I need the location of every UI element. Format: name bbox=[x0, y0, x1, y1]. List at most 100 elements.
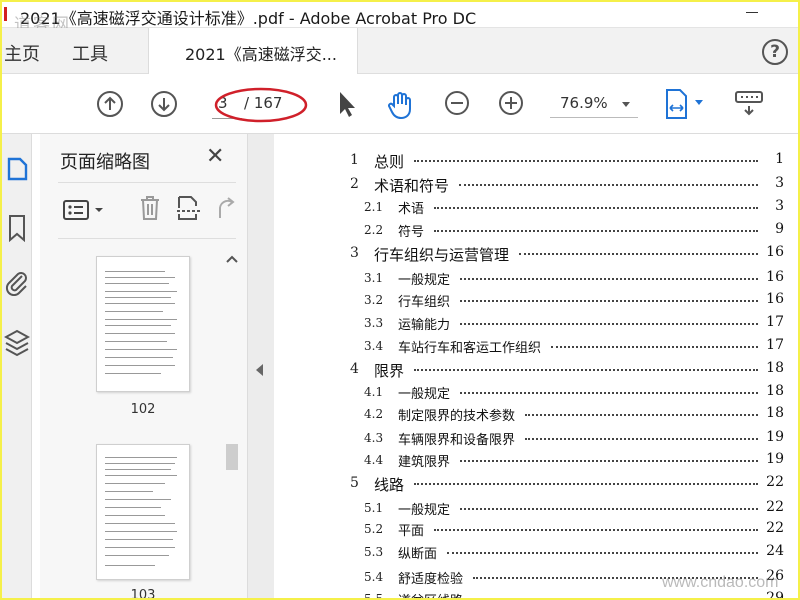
layers-icon[interactable] bbox=[4, 328, 30, 358]
minimize-button[interactable] bbox=[746, 12, 758, 13]
toc-leader-dots bbox=[473, 591, 758, 598]
toc-entry[interactable]: 4.2 制定限界的技术参数 18 bbox=[274, 404, 784, 424]
toc-title: 线路 bbox=[374, 476, 405, 493]
toc-number: 4.3 bbox=[364, 431, 384, 445]
toc-entry[interactable]: 5 线路 22 bbox=[274, 473, 784, 493]
toc-page-number: 22 bbox=[766, 474, 784, 490]
hand-tool-button[interactable] bbox=[386, 90, 416, 120]
toolbar: 3 / 167 76.9% bbox=[2, 74, 798, 134]
toc-page-number: 18 bbox=[766, 405, 784, 421]
toc-number: 5.3 bbox=[364, 545, 384, 559]
toc-leader-dots bbox=[460, 270, 758, 280]
page-thumbnail[interactable] bbox=[96, 256, 190, 392]
arrow-down-circle-icon bbox=[151, 91, 177, 117]
toc-number: 3.4 bbox=[364, 339, 384, 353]
toc-number: 2 bbox=[350, 176, 359, 192]
toc-title: 行车组织 bbox=[398, 295, 451, 310]
toc-entry[interactable]: 3.2 行车组织 16 bbox=[274, 290, 784, 310]
toc-page-number: 16 bbox=[766, 269, 784, 285]
toc-entry[interactable]: 5.1 一般规定 22 bbox=[274, 498, 784, 518]
toc-title: 建筑限界 bbox=[398, 455, 451, 470]
page-thumbnails-icon[interactable] bbox=[6, 156, 28, 182]
panel-title: 页面缩略图 bbox=[60, 152, 150, 173]
panel-collapse-handle[interactable] bbox=[248, 134, 274, 598]
toc-leader-dots bbox=[525, 406, 758, 416]
chevron-up-icon bbox=[226, 255, 238, 263]
toc-entry[interactable]: 5.3 纵断面 24 bbox=[274, 542, 784, 562]
tab-document[interactable]: 2021《高速磁浮交... bbox=[148, 28, 358, 74]
close-icon[interactable]: ✕ bbox=[206, 144, 224, 169]
next-page-button[interactable] bbox=[150, 90, 178, 118]
toc-entry[interactable]: 3.1 一般规定 16 bbox=[274, 268, 784, 288]
toc-entry[interactable]: 3.4 车站行车和客运工作组织 17 bbox=[274, 336, 784, 356]
toc-entry[interactable]: 2.1 术语 3 bbox=[274, 197, 784, 217]
toc-entry[interactable]: 3 行车组织与运营管理 16 bbox=[274, 243, 784, 263]
toc-page-number: 17 bbox=[766, 314, 784, 330]
delete-page-button[interactable] bbox=[138, 194, 162, 222]
tab-document-label: 2021《高速磁浮交... bbox=[185, 45, 337, 64]
toc-page-number: 1 bbox=[775, 151, 784, 167]
toc-leader-dots bbox=[460, 292, 758, 302]
toc-number: 3.2 bbox=[364, 293, 384, 307]
toc-entry[interactable]: 4.4 建筑限界 19 bbox=[274, 450, 784, 470]
toc-entry[interactable]: 2 术语和符号 3 bbox=[274, 174, 784, 194]
bottom-watermark: www.cndao.com bbox=[662, 574, 779, 591]
toc-number: 3 bbox=[350, 245, 359, 261]
toc-leader-dots bbox=[460, 384, 758, 394]
toc-entry[interactable]: 2.2 符号 9 bbox=[274, 220, 784, 240]
toc-leader-dots bbox=[434, 222, 758, 232]
tab-tools[interactable]: 工具 bbox=[72, 40, 108, 66]
plus-circle-icon bbox=[499, 91, 523, 115]
toc-leader-dots bbox=[434, 199, 758, 209]
hand-icon bbox=[388, 92, 411, 120]
toc-page-number: 17 bbox=[766, 337, 784, 353]
bookmark-icon[interactable] bbox=[6, 214, 28, 242]
toc-leader-dots bbox=[551, 338, 758, 348]
toc-entry[interactable]: 3.3 运输能力 17 bbox=[274, 313, 784, 333]
rotate-page-button[interactable] bbox=[216, 196, 236, 222]
toc-entry[interactable]: 1 总则 1 bbox=[274, 150, 784, 170]
toc-number: 4 bbox=[350, 361, 359, 377]
chevron-down-icon bbox=[622, 102, 630, 107]
fit-page-button[interactable] bbox=[664, 88, 708, 120]
tab-home[interactable]: 主页 bbox=[4, 40, 40, 66]
previous-page-button[interactable] bbox=[96, 90, 124, 118]
toc-number: 2.2 bbox=[364, 223, 384, 237]
arrow-up-circle-icon bbox=[97, 91, 123, 117]
toc-leader-dots bbox=[460, 315, 758, 325]
toc-entry[interactable]: 4.1 一般规定 18 bbox=[274, 382, 784, 402]
toc-page-number: 9 bbox=[775, 221, 784, 237]
toc-page-number: 22 bbox=[766, 499, 784, 515]
keyboard-tool-button[interactable] bbox=[734, 88, 764, 118]
scrollbar-thumb[interactable] bbox=[226, 444, 238, 470]
thumbnail-scrollbar[interactable] bbox=[223, 244, 241, 594]
toc-entry[interactable]: 5.2 平面 22 bbox=[274, 519, 784, 539]
page-thumbnail[interactable] bbox=[96, 444, 190, 580]
toc-title: 一般规定 bbox=[398, 387, 451, 402]
toc-leader-dots bbox=[414, 475, 758, 485]
zoom-out-button[interactable] bbox=[444, 90, 470, 116]
toc-page-number: 3 bbox=[775, 175, 784, 191]
cursor-arrow-icon bbox=[340, 92, 355, 117]
toc-number: 1 bbox=[350, 152, 359, 168]
options-menu-button[interactable] bbox=[62, 198, 108, 222]
select-tool-button[interactable] bbox=[336, 90, 358, 118]
extract-page-button[interactable] bbox=[176, 194, 202, 222]
toc-number: 4.1 bbox=[364, 385, 384, 399]
toc-number: 5 bbox=[350, 475, 359, 491]
zoom-in-button[interactable] bbox=[498, 90, 524, 116]
zoom-select[interactable]: 76.9% bbox=[550, 92, 638, 118]
list-options-icon bbox=[63, 200, 103, 220]
toc-page-number: 19 bbox=[766, 451, 784, 467]
attachment-icon[interactable] bbox=[4, 268, 30, 296]
toc-title: 一般规定 bbox=[398, 273, 451, 288]
toc-number: 4.2 bbox=[364, 407, 384, 421]
toc-title: 道岔区线路 bbox=[398, 590, 463, 598]
toc-number: 5.4 bbox=[364, 570, 384, 584]
help-icon[interactable]: ? bbox=[762, 39, 788, 65]
toc-entry[interactable]: 4 限界 18 bbox=[274, 359, 784, 379]
toc-title: 车辆限界和设备限界 bbox=[398, 433, 516, 448]
toc-entry[interactable]: 4.3 车辆限界和设备限界 19 bbox=[274, 428, 784, 448]
toc-leader-dots bbox=[447, 544, 758, 554]
title-bar: 2021《高速磁浮交通设计标准》.pdf - Adobe Acrobat Pro… bbox=[2, 2, 798, 35]
